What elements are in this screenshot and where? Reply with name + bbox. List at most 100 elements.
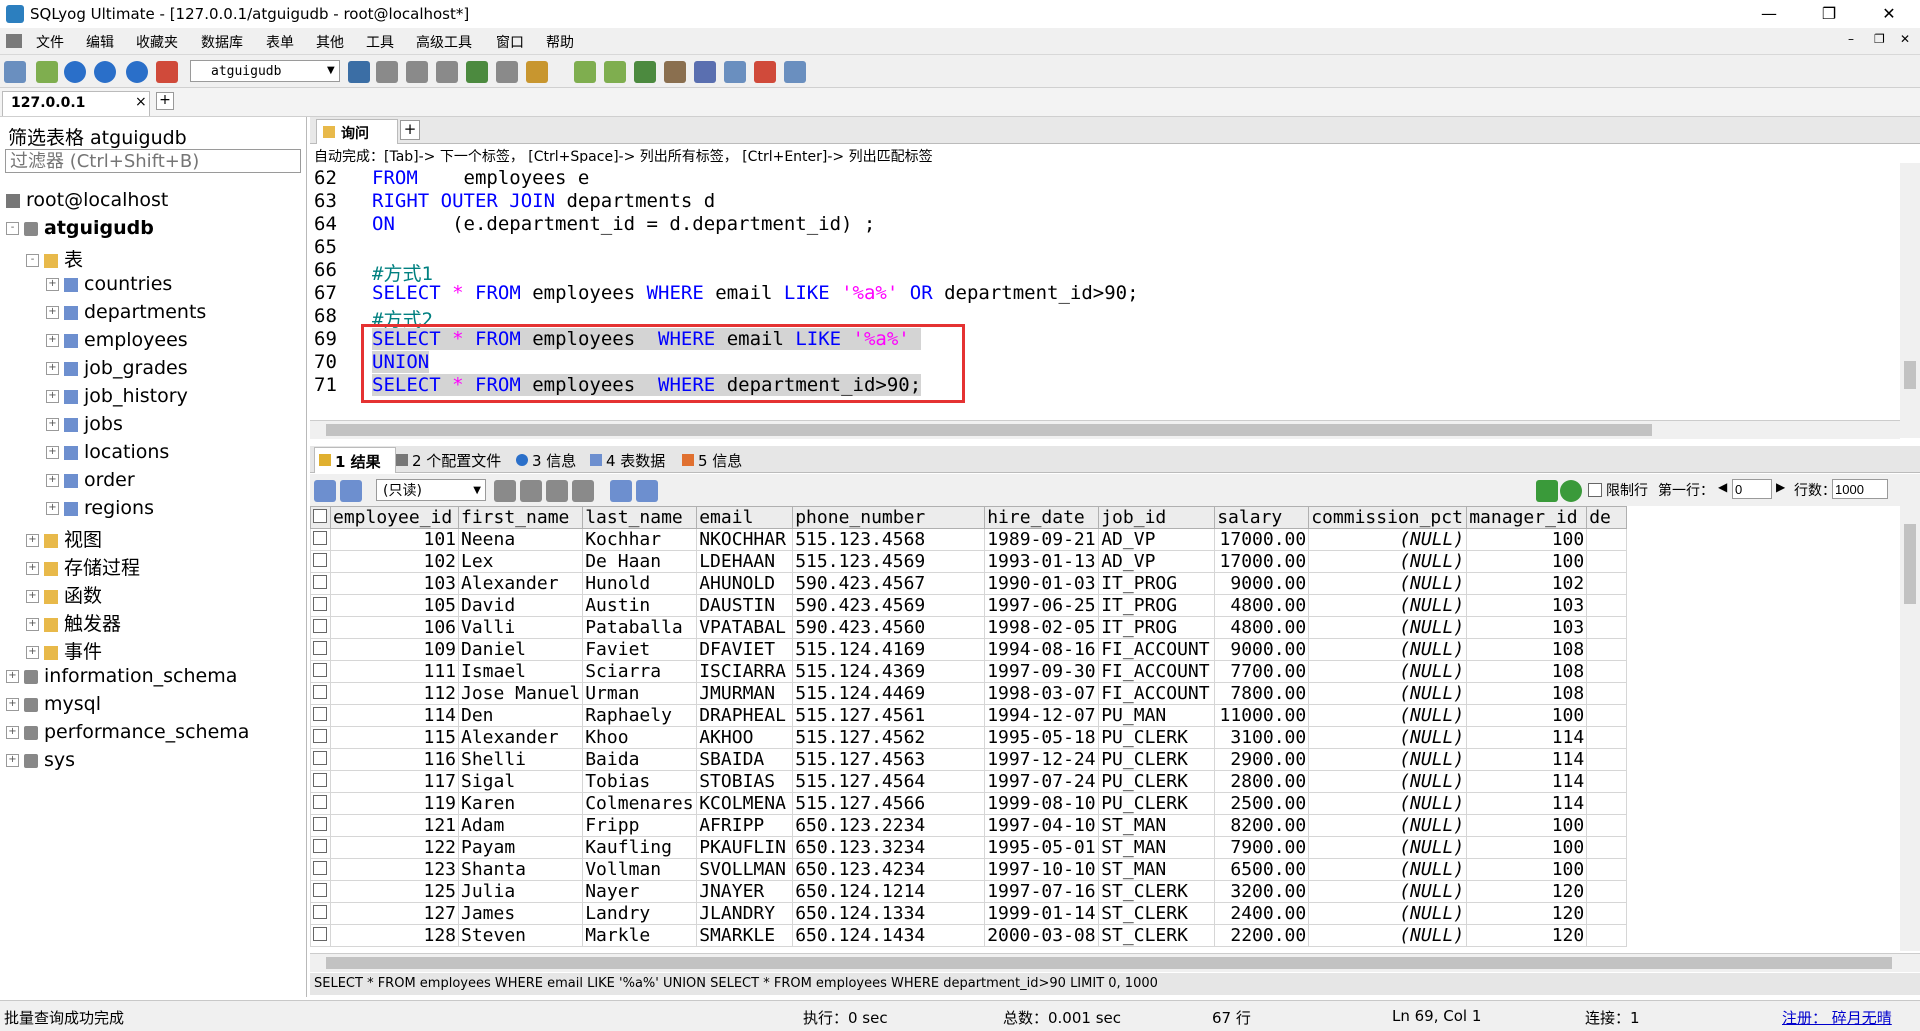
checkbox[interactable]: [313, 553, 327, 567]
table-row[interactable]: 109 Daniel Faviet DFAVIET 515.124.4169 1994-0…: [310, 638, 1628, 661]
table-cell[interactable]: [1586, 704, 1628, 727]
editor-horizontal-scrollbar[interactable]: [310, 420, 1900, 439]
mdi-restore-icon[interactable]: ❐: [1874, 32, 1885, 46]
stop-icon[interactable]: [156, 61, 178, 83]
table-cell[interactable]: Sigal: [457, 770, 584, 793]
table-cell[interactable]: 1998-02-05: [984, 616, 1100, 639]
grid-horizontal-scrollbar[interactable]: [310, 953, 1920, 972]
table-cell[interactable]: 108: [1466, 660, 1588, 683]
table-cell[interactable]: 1993-01-13: [984, 550, 1100, 573]
table-cell[interactable]: AD_VP: [1098, 550, 1216, 573]
menu-edit[interactable]: 编辑: [86, 32, 114, 52]
menu-file[interactable]: 文件: [36, 32, 64, 52]
previous-icon[interactable]: ◀: [1718, 480, 1727, 494]
table-cell[interactable]: [1586, 770, 1628, 793]
table-cell[interactable]: Khoo: [582, 726, 698, 749]
tree-item[interactable]: + mysql: [6, 693, 101, 715]
connect-icon[interactable]: [4, 61, 26, 83]
checkbox[interactable]: [313, 905, 327, 919]
table-cell[interactable]: 515.123.4568: [792, 528, 986, 551]
row-select-cell[interactable]: [310, 902, 331, 925]
table-cell[interactable]: ST_MAN: [1098, 858, 1216, 881]
table-cell[interactable]: 103: [330, 572, 459, 595]
table-row[interactable]: 102 Lex De Haan LDEHAAN 515.123.4569 1993-01-…: [310, 550, 1628, 573]
export-icon[interactable]: [466, 61, 488, 83]
table-cell[interactable]: (NULL): [1308, 704, 1468, 727]
tab-info-5[interactable]: 5 信息: [698, 450, 742, 471]
table-cell[interactable]: 103: [1466, 616, 1588, 639]
table-cell[interactable]: 120: [1466, 880, 1588, 903]
expand-icon[interactable]: +: [46, 278, 59, 291]
table-cell[interactable]: 1989-09-21: [984, 528, 1100, 551]
table-cell[interactable]: (NULL): [1308, 858, 1468, 881]
menu-other[interactable]: 其他: [316, 32, 344, 52]
table-cell[interactable]: (NULL): [1308, 792, 1468, 815]
scroll-thumb[interactable]: [1904, 361, 1916, 389]
checkbox[interactable]: [313, 795, 327, 809]
table-cell[interactable]: 1995-05-18: [984, 726, 1100, 749]
row-select-cell[interactable]: [310, 726, 331, 749]
expand-icon[interactable]: +: [26, 562, 39, 575]
row-select-cell[interactable]: [310, 770, 331, 793]
table-cell[interactable]: 114: [1466, 748, 1588, 771]
table-cell[interactable]: 2500.00: [1214, 792, 1310, 815]
scroll-thumb[interactable]: [1904, 524, 1916, 604]
menu-advanced-tools[interactable]: 高级工具: [416, 32, 472, 52]
table-cell[interactable]: 122: [330, 836, 459, 859]
table-cell[interactable]: 515.127.4563: [792, 748, 986, 771]
column-header[interactable]: employee_id: [330, 506, 459, 529]
table-cell[interactable]: [1586, 594, 1628, 617]
table-cell[interactable]: [1586, 550, 1628, 573]
column-header[interactable]: first_name: [457, 506, 584, 529]
table-cell[interactable]: [1586, 528, 1628, 551]
table-cell[interactable]: 7800.00: [1214, 682, 1310, 705]
table-cell[interactable]: FI_ACCOUNT: [1098, 660, 1216, 683]
table-cell[interactable]: Kaufling: [582, 836, 698, 859]
connection-tab[interactable]: 127.0.0.1 ×: [2, 91, 150, 116]
monitor-icon[interactable]: [724, 61, 746, 83]
table-cell[interactable]: Faviet: [582, 638, 698, 661]
row-select-cell[interactable]: [310, 660, 331, 683]
table-cell[interactable]: AD_VP: [1098, 528, 1216, 551]
table-row[interactable]: 105 David Austin DAUSTIN 590.423.4569 1997-06…: [310, 594, 1628, 617]
table-cell[interactable]: 650.124.1334: [792, 902, 986, 925]
tree-item[interactable]: + job_grades: [46, 357, 188, 379]
user-manager-icon[interactable]: [348, 61, 370, 83]
table-cell[interactable]: Julia: [457, 880, 584, 903]
collapse-icon[interactable]: -: [26, 254, 39, 267]
table-cell[interactable]: 1999-08-10: [984, 792, 1100, 815]
expand-icon[interactable]: +: [6, 670, 19, 683]
table-cell[interactable]: 1997-12-24: [984, 748, 1100, 771]
table-cell[interactable]: [1586, 726, 1628, 749]
table-cell[interactable]: SVOLLMAN: [696, 858, 794, 881]
tree-item[interactable]: + employees: [46, 329, 188, 351]
table-cell[interactable]: Tobias: [582, 770, 698, 793]
table-cell[interactable]: FI_ACCOUNT: [1098, 682, 1216, 705]
row-select-cell[interactable]: [310, 836, 331, 859]
table-cell[interactable]: (NULL): [1308, 880, 1468, 903]
column-header[interactable]: job_id: [1098, 506, 1216, 529]
table-cell[interactable]: 2200.00: [1214, 924, 1310, 947]
expand-icon[interactable]: +: [6, 698, 19, 711]
table-cell[interactable]: 100: [1466, 704, 1588, 727]
tree-item[interactable]: - atguigudb: [6, 217, 154, 239]
filter-icon[interactable]: [1536, 480, 1558, 502]
table-cell[interactable]: DAUSTIN: [696, 594, 794, 617]
table-cell[interactable]: 650.123.3234: [792, 836, 986, 859]
notifications-icon[interactable]: [694, 61, 716, 83]
table-cell[interactable]: 114: [1466, 792, 1588, 815]
row-select-cell[interactable]: [310, 572, 331, 595]
table-cell[interactable]: 114: [1466, 770, 1588, 793]
row-select-cell[interactable]: [310, 638, 331, 661]
table-cell[interactable]: LDEHAAN: [696, 550, 794, 573]
row-select-cell[interactable]: [310, 528, 331, 551]
table-cell[interactable]: Markle: [582, 924, 698, 947]
row-select-cell[interactable]: [310, 814, 331, 837]
table-cell[interactable]: 100: [1466, 528, 1588, 551]
row-select-cell[interactable]: [310, 704, 331, 727]
table-cell[interactable]: James: [457, 902, 584, 925]
tab-info[interactable]: 3 信息: [532, 450, 576, 471]
table-cell[interactable]: (NULL): [1308, 770, 1468, 793]
expand-icon[interactable]: +: [6, 754, 19, 767]
table-cell[interactable]: IT_PROG: [1098, 616, 1216, 639]
